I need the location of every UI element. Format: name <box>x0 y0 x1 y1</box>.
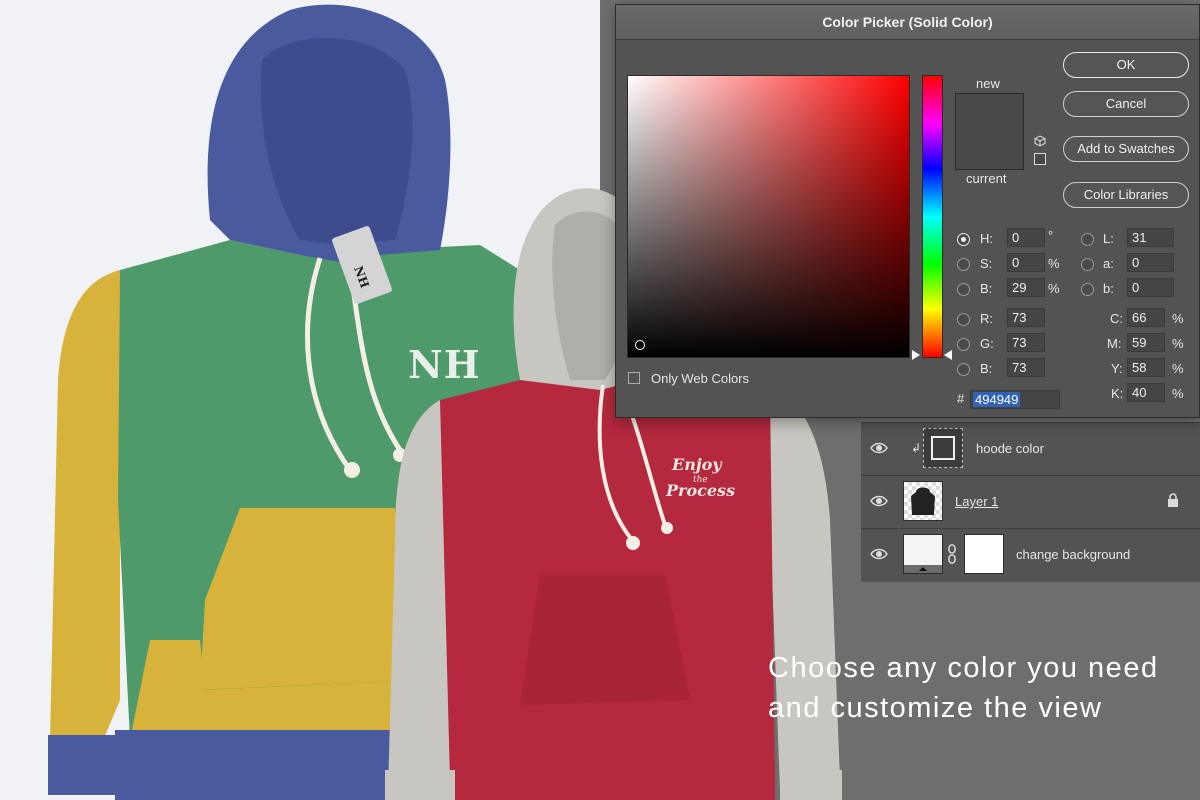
chain-link-icon[interactable] <box>947 544 957 564</box>
caption-line-2: and customize the view <box>768 692 1103 724</box>
cyan-unit: % <box>1172 311 1184 326</box>
a-label: a: <box>1103 256 1114 271</box>
red-label: R: <box>980 311 993 326</box>
yellow-unit: % <box>1172 361 1184 376</box>
green-input[interactable]: 73 <box>1007 333 1045 352</box>
b-lab-label: b: <box>1103 281 1114 296</box>
yellow-label: Y: <box>1111 361 1123 376</box>
layer-name: change background <box>1016 547 1131 562</box>
radio-green[interactable] <box>957 338 970 351</box>
new-label: new <box>976 76 1000 91</box>
cancel-button[interactable]: Cancel <box>1063 91 1189 117</box>
magenta-input[interactable]: 59 <box>1127 333 1165 352</box>
brightness-unit: % <box>1048 281 1060 296</box>
hue-label: H: <box>980 231 993 246</box>
radio-brightness[interactable] <box>957 283 970 296</box>
saturation-brightness-field[interactable] <box>627 75 910 358</box>
layer-row-change-background[interactable]: change background <box>861 528 1200 580</box>
chest-print-line1: Enjoy <box>671 455 723 474</box>
promo-caption: Choose any color you need and customize … <box>768 648 1188 728</box>
lightness-label: L: <box>1103 231 1114 246</box>
layer-row-layer-1[interactable]: Layer 1 <box>861 475 1200 527</box>
chest-print-line3: Process <box>665 481 735 500</box>
eye-icon[interactable] <box>870 547 888 561</box>
hue-slider-right-handle[interactable] <box>944 350 952 360</box>
layer-row-hoode-color[interactable]: ↲ hoode color <box>861 422 1200 474</box>
clip-arrow-icon: ↲ <box>911 441 922 455</box>
key-label: K: <box>1111 386 1124 401</box>
fill-thumbnail[interactable] <box>903 534 943 574</box>
lightness-input[interactable]: 31 <box>1127 228 1174 247</box>
hex-value: 494949 <box>973 392 1021 407</box>
saturation-input[interactable]: 0 <box>1007 253 1045 272</box>
radio-red[interactable] <box>957 313 970 326</box>
hue-input[interactable]: 0 <box>1007 228 1045 247</box>
only-web-colors-checkbox[interactable] <box>628 372 640 384</box>
brightness-label: B: <box>980 281 993 296</box>
layer-thumbnail[interactable] <box>903 481 943 521</box>
layer-name: hoode color <box>976 441 1044 456</box>
blue-input[interactable]: 73 <box>1007 358 1045 377</box>
cyan-label: C: <box>1110 311 1123 326</box>
lock-icon <box>1168 493 1178 507</box>
current-label: current <box>966 171 1007 186</box>
b-lab-input[interactable]: 0 <box>1127 278 1174 297</box>
saturation-unit: % <box>1048 256 1060 271</box>
yellow-input[interactable]: 58 <box>1127 358 1165 377</box>
blue-label: B: <box>980 361 993 376</box>
layer-name: Layer 1 <box>955 494 999 509</box>
ok-button[interactable]: OK <box>1063 52 1189 78</box>
color-libraries-button[interactable]: Color Libraries <box>1063 182 1189 208</box>
cyan-input[interactable]: 66 <box>1127 308 1165 327</box>
hue-slider[interactable] <box>922 75 943 358</box>
a-input[interactable]: 0 <box>1127 253 1174 272</box>
color-preview <box>955 93 1024 170</box>
radio-saturation[interactable] <box>957 258 970 271</box>
current-color-swatch[interactable] <box>956 131 1023 169</box>
red-input[interactable]: 73 <box>1007 308 1045 327</box>
chest-logo: NH <box>408 342 481 387</box>
eye-icon[interactable] <box>870 441 888 455</box>
brightness-input[interactable]: 29 <box>1007 278 1045 297</box>
web-safe-swatch-icon[interactable] <box>1034 153 1046 165</box>
color-cursor[interactable] <box>635 340 645 350</box>
caption-line-1: Choose any color you need <box>768 652 1159 684</box>
color-picker-dialog: Color Picker (Solid Color) new current O… <box>615 4 1200 418</box>
eye-icon[interactable] <box>870 494 888 508</box>
key-unit: % <box>1172 386 1184 401</box>
key-input[interactable]: 40 <box>1127 383 1165 402</box>
saturation-label: S: <box>980 256 993 271</box>
mask-thumbnail[interactable] <box>964 534 1004 574</box>
green-label: G: <box>980 336 994 351</box>
only-web-colors-label: Only Web Colors <box>651 371 750 386</box>
hex-input[interactable]: 494949 <box>970 390 1060 409</box>
radio-hue[interactable] <box>957 233 970 246</box>
radio-lightness[interactable] <box>1081 233 1094 246</box>
layers-panel: ↲ hoode color Layer 1 change background <box>861 422 1200 582</box>
gamut-cube-icon[interactable] <box>1034 135 1046 147</box>
add-to-swatches-button[interactable]: Add to Swatches <box>1063 136 1189 162</box>
radio-b-lab[interactable] <box>1081 283 1094 296</box>
dialog-title: Color Picker (Solid Color) <box>616 5 1199 40</box>
hue-slider-left-handle[interactable] <box>912 350 920 360</box>
radio-blue[interactable] <box>957 363 970 376</box>
radio-a[interactable] <box>1081 258 1094 271</box>
new-color-swatch <box>956 94 1023 132</box>
hue-unit: ° <box>1048 228 1054 243</box>
magenta-unit: % <box>1172 336 1184 351</box>
adjustment-thumbnail[interactable] <box>923 428 963 468</box>
magenta-label: M: <box>1107 336 1122 351</box>
hex-label: # <box>957 391 965 406</box>
